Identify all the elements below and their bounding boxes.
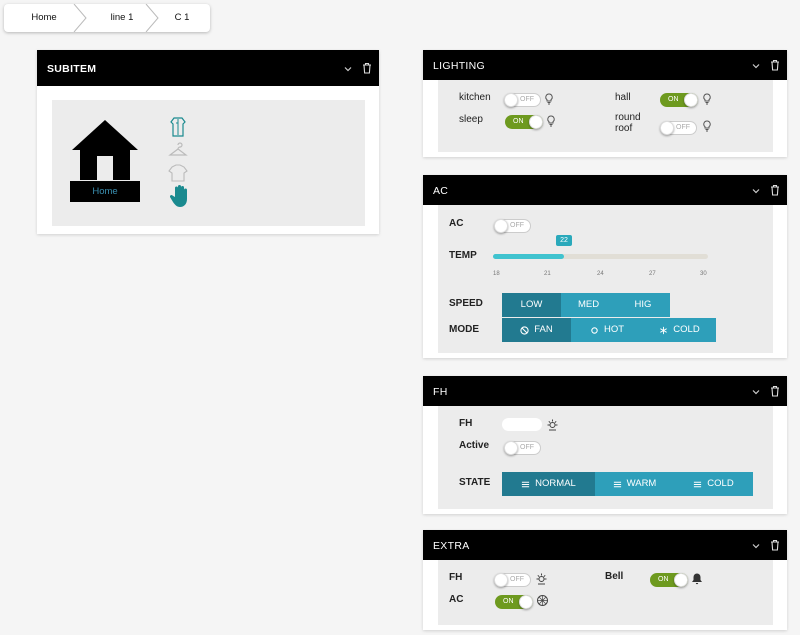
chevron-down-icon[interactable] xyxy=(751,541,761,551)
sleep-toggle[interactable]: ON xyxy=(505,115,543,129)
state-normal-button[interactable]: NORMAL xyxy=(502,472,595,496)
bell-label: Bell xyxy=(605,571,624,582)
sun-icon xyxy=(591,326,598,334)
state-selector: NORMAL WARM COLD xyxy=(502,472,753,496)
lighting-title: LIGHTING xyxy=(433,60,485,72)
fh-title: FH xyxy=(433,386,448,398)
extra-panel: EXTRA FH OFF AC ON Bell ON xyxy=(423,530,787,630)
snowflake-icon xyxy=(660,326,668,334)
speed-med-button[interactable]: MED xyxy=(561,293,616,317)
house-icon[interactable] xyxy=(70,118,140,213)
hand-icon[interactable] xyxy=(169,184,189,208)
heat-level-icon xyxy=(522,481,530,487)
trash-icon[interactable] xyxy=(769,59,781,71)
chevron-down-icon[interactable] xyxy=(343,64,353,74)
lightbulb-icon xyxy=(545,93,553,105)
fh-header: FH xyxy=(423,376,787,406)
lighting-body: kitchen OFF hall ON sleep ON round roof … xyxy=(438,80,773,152)
temp-slider-fill xyxy=(493,254,564,259)
subitem-title: SUBITEM xyxy=(47,63,97,75)
speed-hig-button[interactable]: HIG xyxy=(616,293,670,317)
active-label: Active xyxy=(459,440,490,451)
temp-tick: 24 xyxy=(597,271,604,277)
extra-title: EXTRA xyxy=(433,540,470,552)
ac-unit-icon xyxy=(537,595,548,606)
breadcrumb-c1[interactable]: C 1 xyxy=(154,4,210,32)
extra-ac-label: AC xyxy=(449,594,464,605)
ac-toggle[interactable]: OFF xyxy=(494,219,531,233)
bell-icon xyxy=(692,573,702,585)
mode-cold-button[interactable]: COLD xyxy=(643,318,716,342)
ac-header: AC xyxy=(423,175,787,205)
fh-indicator[interactable] xyxy=(502,418,542,431)
speed-low-button[interactable]: LOW xyxy=(502,293,561,317)
extra-fh-label: FH xyxy=(449,572,463,583)
state-label: STATE xyxy=(459,477,491,488)
lighting-header: LIGHTING xyxy=(423,50,787,80)
ac-body: AC OFF TEMP 22 18 21 24 27 30 SPEED LOW … xyxy=(438,205,773,353)
lightbulb-icon xyxy=(703,93,711,105)
kitchen-toggle[interactable]: OFF xyxy=(504,93,541,107)
kitchen-label: kitchen xyxy=(459,92,491,103)
temp-tick: 30 xyxy=(700,271,707,277)
fan-icon xyxy=(520,325,529,335)
state-warm-button[interactable]: WARM xyxy=(595,472,674,496)
ac-label: AC xyxy=(449,218,464,229)
house-label: Home xyxy=(92,186,118,197)
trash-icon[interactable] xyxy=(769,539,781,551)
extra-ac-toggle[interactable]: ON xyxy=(495,595,533,609)
hanger-icon[interactable] xyxy=(167,140,189,162)
fh-body: FH Active OFF STATE NORMAL WARM COLD xyxy=(438,406,773,509)
hall-toggle[interactable]: ON xyxy=(660,93,698,107)
fh-panel: FH FH Active OFF STATE NORMAL WARM COLD xyxy=(423,376,787,514)
temp-tick: 21 xyxy=(544,271,551,277)
lighting-panel: LIGHTING kitchen OFF hall ON sleep ON ro… xyxy=(423,50,787,157)
clothes-icon[interactable] xyxy=(167,163,189,183)
mode-label: MODE xyxy=(449,324,479,335)
lightbulb-icon xyxy=(703,120,711,132)
mode-selector: FAN HOT COLD xyxy=(502,318,716,342)
heater-icon xyxy=(536,573,547,585)
temp-label: TEMP xyxy=(449,250,477,261)
heat-level-icon xyxy=(613,481,621,487)
subitem-panel: SUBITEM Home xyxy=(37,50,379,234)
heater-icon xyxy=(547,419,558,431)
sleep-label: sleep xyxy=(459,114,483,125)
subitem-header: SUBITEM xyxy=(37,50,379,86)
ac-panel: AC AC OFF TEMP 22 18 21 24 27 30 SPEED L… xyxy=(423,175,787,358)
trash-icon[interactable] xyxy=(361,62,373,74)
speed-selector: LOW MED HIG xyxy=(502,293,670,317)
shirt-icon[interactable] xyxy=(169,116,187,138)
chevron-down-icon[interactable] xyxy=(751,61,761,71)
active-toggle[interactable]: OFF xyxy=(504,441,541,455)
extra-header: EXTRA xyxy=(423,530,787,560)
breadcrumb: Home line 1 C 1 xyxy=(4,4,210,32)
mode-hot-button[interactable]: HOT xyxy=(571,318,643,342)
chevron-down-icon[interactable] xyxy=(751,186,761,196)
round-roof-label: round roof xyxy=(615,112,641,134)
fh-label: FH xyxy=(459,418,473,429)
chevron-down-icon[interactable] xyxy=(751,387,761,397)
trash-icon[interactable] xyxy=(769,385,781,397)
heat-level-icon xyxy=(694,481,702,487)
temp-tick: 18 xyxy=(493,271,500,277)
round-roof-toggle[interactable]: OFF xyxy=(660,121,697,135)
subitem-body: Home xyxy=(52,100,365,226)
extra-fh-toggle[interactable]: OFF xyxy=(494,573,531,587)
temp-value-bubble[interactable]: 22 xyxy=(556,235,572,246)
bell-toggle[interactable]: ON xyxy=(650,573,688,587)
trash-icon[interactable] xyxy=(769,184,781,196)
ac-title: AC xyxy=(433,185,449,197)
mode-fan-button[interactable]: FAN xyxy=(502,318,571,342)
hall-label: hall xyxy=(615,92,631,103)
lightbulb-icon xyxy=(547,115,555,127)
extra-body: FH OFF AC ON Bell ON xyxy=(438,560,773,625)
speed-label: SPEED xyxy=(449,298,483,309)
temp-tick: 27 xyxy=(649,271,656,277)
state-cold-button[interactable]: COLD xyxy=(674,472,753,496)
